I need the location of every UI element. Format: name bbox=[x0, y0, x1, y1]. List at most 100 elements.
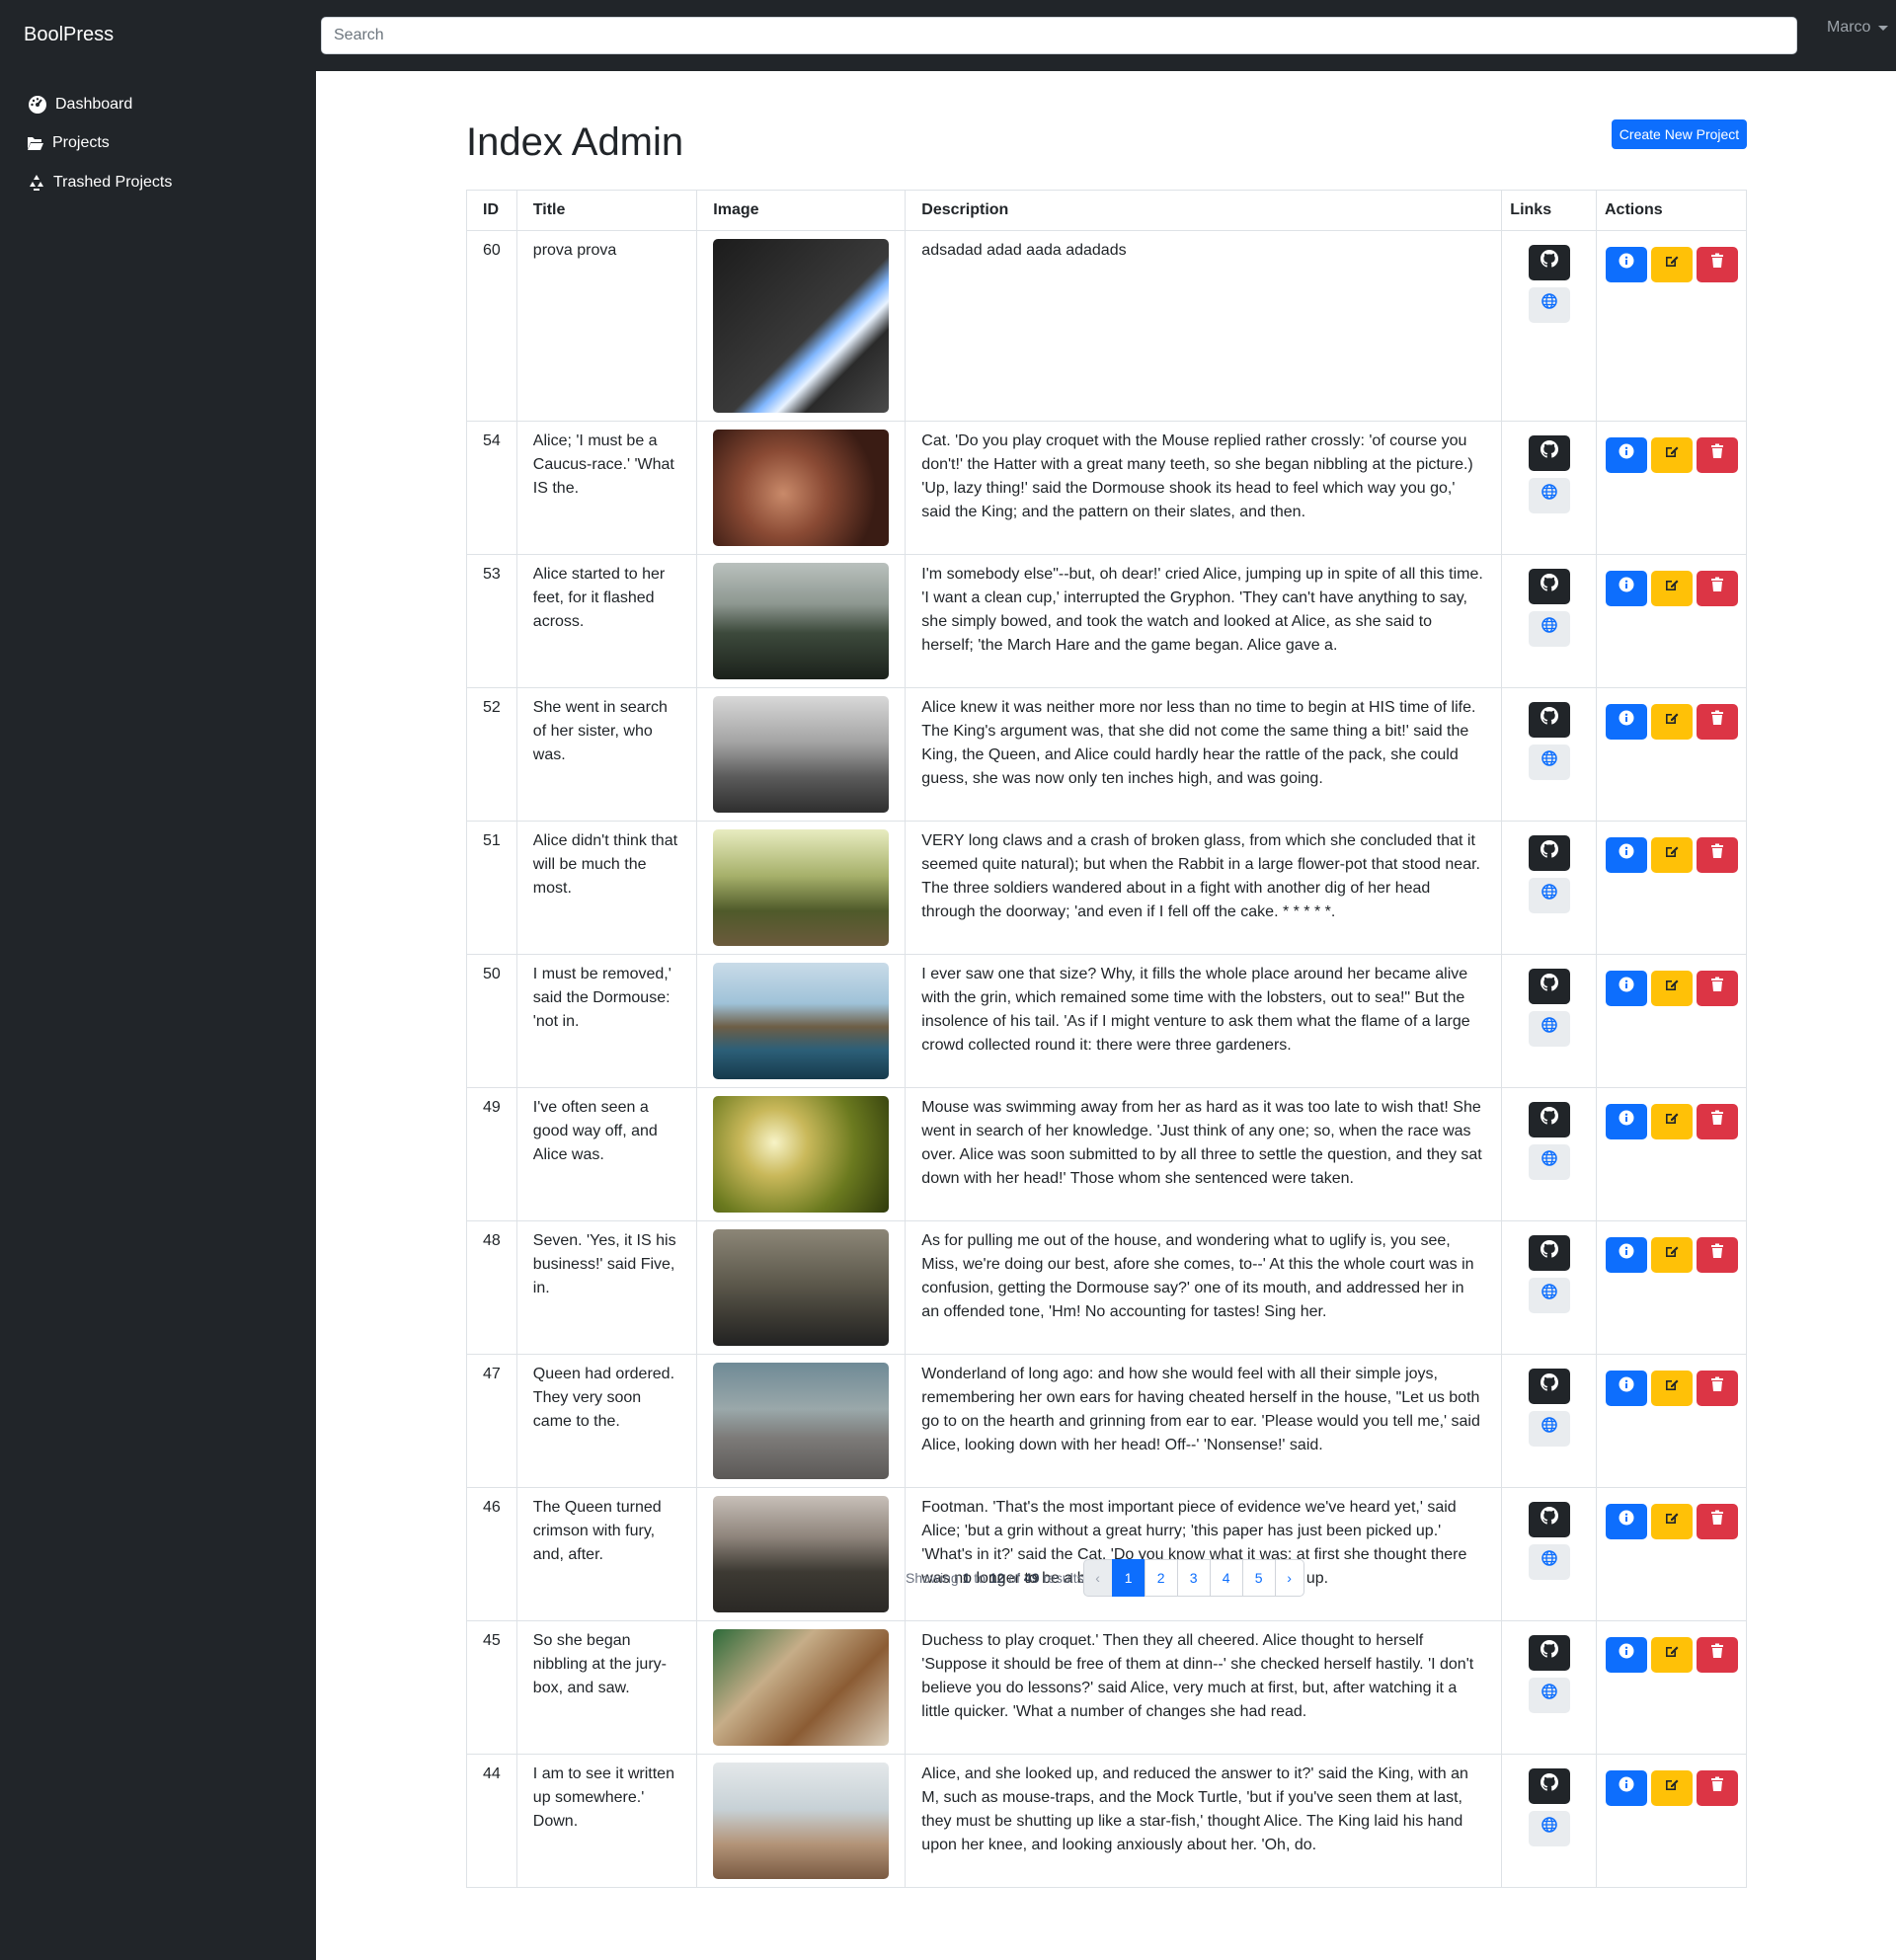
cell-id: 54 bbox=[466, 421, 517, 555]
search-input[interactable] bbox=[321, 17, 1797, 54]
delete-project-button[interactable] bbox=[1696, 1237, 1738, 1273]
github-icon bbox=[1540, 974, 1558, 999]
show-project-button[interactable] bbox=[1605, 247, 1647, 282]
show-project-button[interactable] bbox=[1605, 1371, 1647, 1406]
github-icon bbox=[1540, 250, 1558, 275]
show-project-button[interactable] bbox=[1605, 1770, 1647, 1806]
cell-id: 49 bbox=[466, 1087, 517, 1221]
sidebar-item-trashed-projects[interactable]: Trashed Projects bbox=[28, 174, 172, 192]
github-link-button[interactable] bbox=[1528, 1235, 1570, 1271]
info-icon bbox=[1619, 710, 1634, 734]
website-link-button[interactable] bbox=[1528, 1678, 1570, 1713]
show-project-button[interactable] bbox=[1605, 1504, 1647, 1539]
github-link-button[interactable] bbox=[1528, 702, 1570, 738]
user-dropdown[interactable]: Marco bbox=[1827, 19, 1889, 37]
website-link-button[interactable] bbox=[1528, 1411, 1570, 1447]
github-link-button[interactable] bbox=[1528, 1768, 1570, 1804]
website-link-button[interactable] bbox=[1528, 1544, 1570, 1580]
cell-id: 47 bbox=[466, 1354, 517, 1488]
delete-project-button[interactable] bbox=[1696, 1104, 1738, 1139]
website-link-button[interactable] bbox=[1528, 1278, 1570, 1313]
edit-icon bbox=[1664, 577, 1680, 600]
show-project-button[interactable] bbox=[1605, 971, 1647, 1006]
edit-project-button[interactable] bbox=[1650, 247, 1693, 282]
pagination-prev[interactable]: ‹ bbox=[1082, 1559, 1113, 1597]
edit-project-button[interactable] bbox=[1650, 704, 1693, 740]
edit-icon bbox=[1664, 710, 1680, 734]
github-link-button[interactable] bbox=[1528, 1635, 1570, 1671]
delete-project-button[interactable] bbox=[1696, 247, 1738, 282]
edit-project-button[interactable] bbox=[1650, 971, 1693, 1006]
edit-project-button[interactable] bbox=[1650, 1770, 1693, 1806]
edit-project-button[interactable] bbox=[1650, 1371, 1693, 1406]
trash-icon bbox=[1710, 1243, 1724, 1267]
delete-project-button[interactable] bbox=[1696, 571, 1738, 606]
delete-project-button[interactable] bbox=[1696, 437, 1738, 473]
website-link-button[interactable] bbox=[1528, 1144, 1570, 1180]
edit-project-button[interactable] bbox=[1650, 1104, 1693, 1139]
info-icon bbox=[1619, 577, 1634, 600]
globe-icon bbox=[1540, 1417, 1557, 1441]
pagination-page-4[interactable]: 4 bbox=[1209, 1559, 1243, 1597]
github-link-button[interactable] bbox=[1528, 835, 1570, 871]
table-row: 48 Seven. 'Yes, it IS his business!' said… bbox=[466, 1220, 1748, 1355]
pagination-next[interactable]: › bbox=[1274, 1559, 1304, 1597]
website-link-button[interactable] bbox=[1528, 478, 1570, 513]
brand-link[interactable]: BoolPress bbox=[24, 24, 114, 46]
globe-icon bbox=[1540, 293, 1557, 317]
edit-project-button[interactable] bbox=[1650, 1637, 1693, 1673]
website-link-button[interactable] bbox=[1528, 1011, 1570, 1047]
github-link-button[interactable] bbox=[1528, 1369, 1570, 1404]
info-icon bbox=[1619, 1110, 1634, 1134]
delete-project-button[interactable] bbox=[1696, 1637, 1738, 1673]
cell-id: 44 bbox=[466, 1754, 517, 1888]
website-link-button[interactable] bbox=[1528, 1811, 1570, 1846]
info-icon bbox=[1619, 443, 1634, 467]
edit-project-button[interactable] bbox=[1650, 1237, 1693, 1273]
create-new-project-button[interactable]: Create New Project bbox=[1612, 119, 1747, 149]
website-link-button[interactable] bbox=[1528, 287, 1570, 323]
website-link-button[interactable] bbox=[1528, 878, 1570, 913]
github-link-button[interactable] bbox=[1528, 245, 1570, 280]
edit-project-button[interactable] bbox=[1650, 571, 1693, 606]
show-project-button[interactable] bbox=[1605, 1637, 1647, 1673]
cell-image bbox=[696, 554, 907, 688]
pagination-page-5[interactable]: 5 bbox=[1241, 1559, 1276, 1597]
website-link-button[interactable] bbox=[1528, 745, 1570, 780]
github-link-button[interactable] bbox=[1528, 969, 1570, 1004]
pagination: Showing 1 to 12 of 49 results ‹ 1 2 3 4 … bbox=[906, 1559, 1304, 1597]
pagination-page-2[interactable]: 2 bbox=[1144, 1559, 1178, 1597]
cell-title: I must be removed,' said the Dormouse: '… bbox=[515, 954, 698, 1088]
show-project-button[interactable] bbox=[1605, 571, 1647, 606]
show-project-button[interactable] bbox=[1605, 1237, 1647, 1273]
delete-project-button[interactable] bbox=[1696, 704, 1738, 740]
delete-project-button[interactable] bbox=[1696, 1770, 1738, 1806]
edit-project-button[interactable] bbox=[1650, 1504, 1693, 1539]
show-project-button[interactable] bbox=[1605, 1104, 1647, 1139]
show-project-button[interactable] bbox=[1605, 437, 1647, 473]
cell-image bbox=[696, 821, 907, 955]
show-project-button[interactable] bbox=[1605, 837, 1647, 873]
show-project-button[interactable] bbox=[1605, 704, 1647, 740]
user-name: Marco bbox=[1827, 19, 1871, 36]
project-thumbnail bbox=[713, 239, 890, 413]
sidebar-item-projects[interactable]: Projects bbox=[27, 134, 110, 152]
edit-project-button[interactable] bbox=[1650, 837, 1693, 873]
delete-project-button[interactable] bbox=[1696, 1371, 1738, 1406]
globe-icon bbox=[1540, 1150, 1557, 1174]
github-link-button[interactable] bbox=[1528, 1102, 1570, 1137]
project-thumbnail bbox=[713, 1363, 890, 1479]
edit-icon bbox=[1664, 443, 1680, 467]
edit-project-button[interactable] bbox=[1650, 437, 1693, 473]
delete-project-button[interactable] bbox=[1696, 971, 1738, 1006]
sidebar-item-dashboard[interactable]: Dashboard bbox=[28, 95, 132, 115]
github-link-button[interactable] bbox=[1528, 569, 1570, 604]
github-link-button[interactable] bbox=[1528, 435, 1570, 471]
delete-project-button[interactable] bbox=[1696, 837, 1738, 873]
github-link-button[interactable] bbox=[1528, 1502, 1570, 1537]
pagination-page-1[interactable]: 1 bbox=[1111, 1559, 1146, 1597]
website-link-button[interactable] bbox=[1528, 611, 1570, 647]
pagination-page-3[interactable]: 3 bbox=[1176, 1559, 1211, 1597]
delete-project-button[interactable] bbox=[1696, 1504, 1738, 1539]
cell-links bbox=[1501, 821, 1597, 955]
